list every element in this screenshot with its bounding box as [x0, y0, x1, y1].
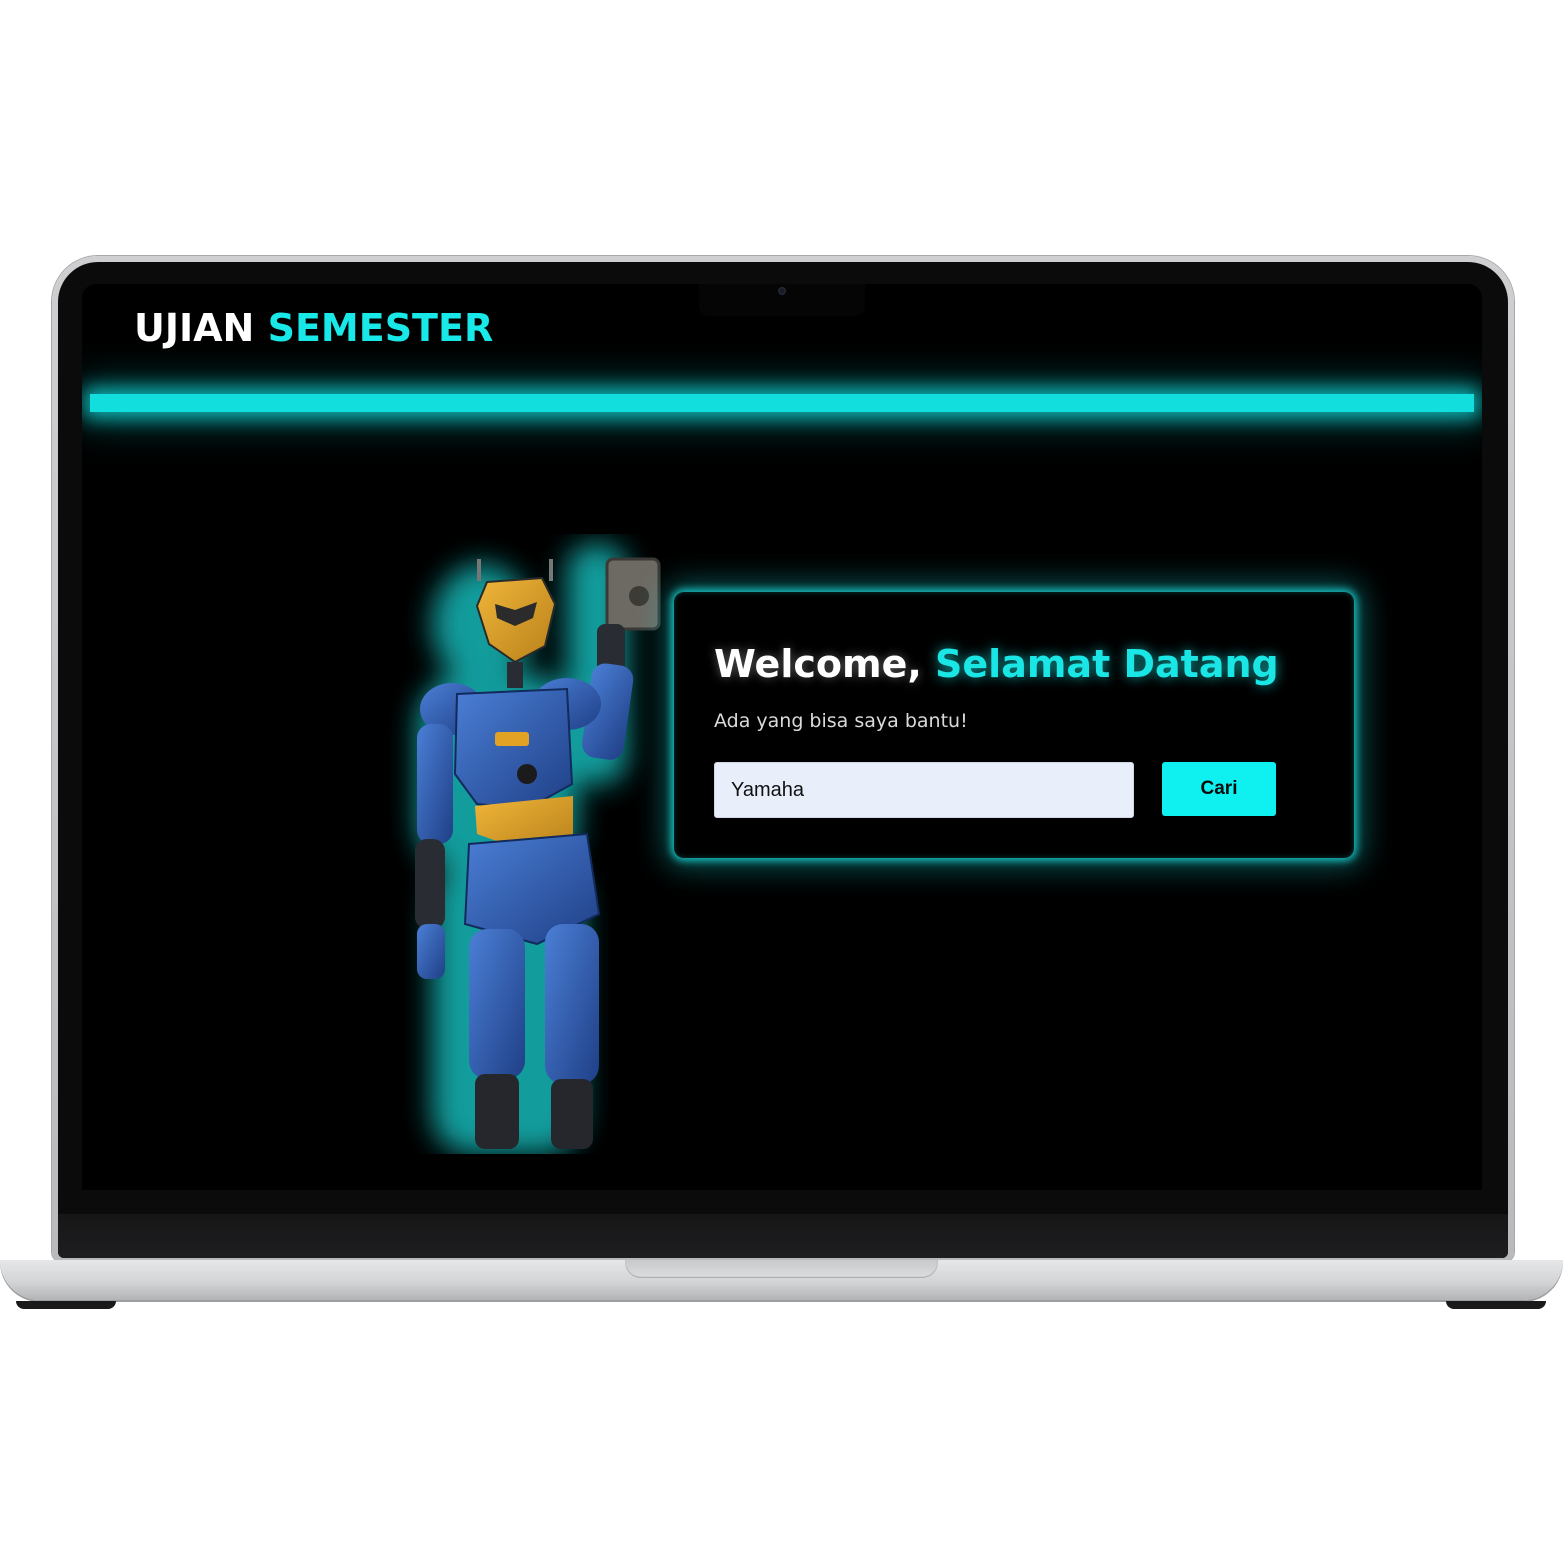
brand-accent: SEMESTER: [267, 306, 494, 350]
welcome-card: Welcome, Selamat Datang Ada yang bisa sa…: [674, 592, 1354, 858]
welcome-title: Welcome, Selamat Datang: [714, 642, 1279, 686]
search-input[interactable]: [714, 762, 1134, 818]
webcam-icon: [778, 287, 786, 295]
laptop-foot-right: [1446, 1301, 1546, 1309]
web-page: UJIAN SEMESTER Welcome, Selamat Datang A…: [82, 284, 1482, 1190]
header-divider: [90, 394, 1474, 412]
title-accent: Selamat Datang: [935, 642, 1279, 686]
welcome-subtitle: Ada yang bisa saya bantu!: [714, 710, 968, 732]
laptop-foot-left: [16, 1301, 116, 1309]
site-logo[interactable]: UJIAN SEMESTER: [134, 306, 493, 350]
search-button[interactable]: Cari: [1162, 762, 1276, 816]
trackpad-notch: [625, 1260, 938, 1278]
title-primary: Welcome,: [714, 642, 922, 686]
brand-primary: UJIAN: [134, 306, 255, 350]
bezel-chin: [58, 1214, 1508, 1258]
robot-illustration: [377, 534, 717, 1154]
laptop-mockup: UJIAN SEMESTER Welcome, Selamat Datang A…: [0, 0, 1563, 1563]
